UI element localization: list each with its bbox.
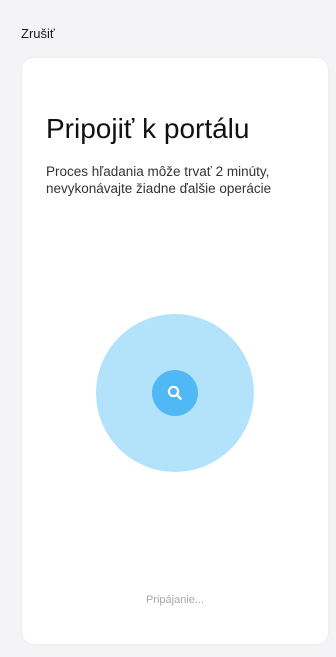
search-icon bbox=[167, 385, 182, 400]
search-pulse-circle bbox=[96, 314, 254, 472]
connecting-status: Pripájanie... bbox=[145, 594, 205, 606]
description-text: Proces hľadania môže trvať 2 minúty, nev… bbox=[46, 164, 272, 196]
search-button bbox=[152, 370, 198, 416]
connect-card: Pripojiť k portálu Proces hľadania môže … bbox=[22, 58, 328, 644]
cancel-button[interactable]: Zrušiť bbox=[21, 26, 55, 42]
page-title: Pripojiť k portálu bbox=[46, 113, 250, 144]
